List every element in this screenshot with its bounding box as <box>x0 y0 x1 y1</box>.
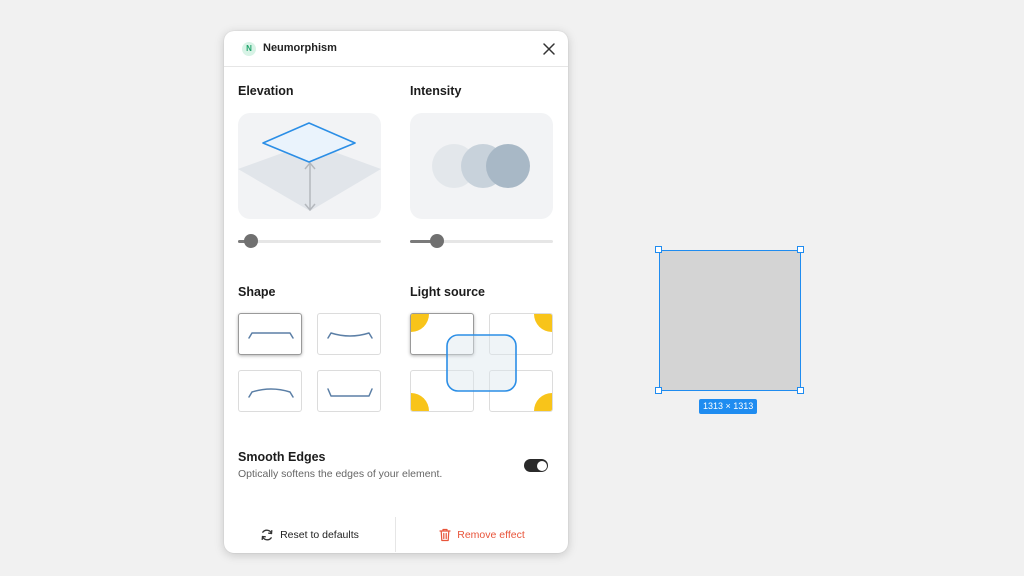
selected-canvas-element[interactable] <box>659 250 801 391</box>
light-dot-icon <box>534 314 552 332</box>
light-source-label: Light source <box>410 285 486 299</box>
reset-button-label: Reset to defaults <box>280 528 359 541</box>
intensity-circles-icon <box>432 144 530 188</box>
panel-title: Neumorphism <box>263 42 337 54</box>
pressed-shape-icon <box>327 388 373 397</box>
smooth-edges-toggle[interactable] <box>524 459 548 472</box>
intensity-preview <box>410 113 553 219</box>
light-dot-icon <box>411 314 429 332</box>
shape-option-convex[interactable] <box>238 370 302 412</box>
smooth-edges-title: Smooth Edges <box>238 450 326 464</box>
elevation-preview <box>238 113 381 219</box>
light-dot-icon <box>411 393 429 411</box>
convex-shape-icon <box>248 388 294 398</box>
resize-handle-top-left[interactable] <box>655 246 662 253</box>
light-source-grid <box>410 313 553 413</box>
resize-handle-bottom-right[interactable] <box>797 387 804 394</box>
light-source-bottom-left[interactable] <box>410 370 474 412</box>
plugin-logo-icon: N <box>242 42 256 56</box>
resize-handle-top-right[interactable] <box>797 246 804 253</box>
flat-shape-icon <box>248 332 294 339</box>
elevation-illustration-icon <box>238 122 381 212</box>
resize-handle-bottom-left[interactable] <box>655 387 662 394</box>
smooth-edges-description: Optically softens the edges of your elem… <box>238 468 443 480</box>
intensity-slider[interactable] <box>410 234 553 248</box>
remove-button-label: Remove effect <box>457 528 525 541</box>
concave-shape-icon <box>327 332 373 339</box>
intensity-slider-knob[interactable] <box>430 234 444 248</box>
remove-effect-button[interactable]: Remove effect <box>396 517 568 552</box>
reset-to-defaults-button[interactable]: Reset to defaults <box>224 517 396 552</box>
close-icon[interactable] <box>542 42 556 56</box>
light-source-top-left[interactable] <box>410 313 474 355</box>
shape-label: Shape <box>238 285 276 299</box>
light-dot-icon <box>534 393 552 411</box>
shape-option-pressed[interactable] <box>317 370 381 412</box>
elevation-slider[interactable] <box>238 234 381 248</box>
refresh-icon <box>261 529 273 540</box>
shape-option-concave[interactable] <box>317 313 381 355</box>
trash-icon <box>439 528 451 541</box>
intensity-label: Intensity <box>410 84 462 98</box>
light-source-top-right[interactable] <box>489 313 553 355</box>
panel-header: N Neumorphism <box>224 31 568 67</box>
dimensions-badge: 1313 × 1313 <box>699 399 758 414</box>
shape-option-flat[interactable] <box>238 313 302 355</box>
light-source-bottom-right[interactable] <box>489 370 553 412</box>
panel-footer: Reset to defaults Remove effect <box>224 517 568 553</box>
elevation-slider-knob[interactable] <box>244 234 258 248</box>
elevation-label: Elevation <box>238 84 294 98</box>
elevation-slider-track <box>238 240 381 243</box>
toggle-knob <box>536 460 547 471</box>
